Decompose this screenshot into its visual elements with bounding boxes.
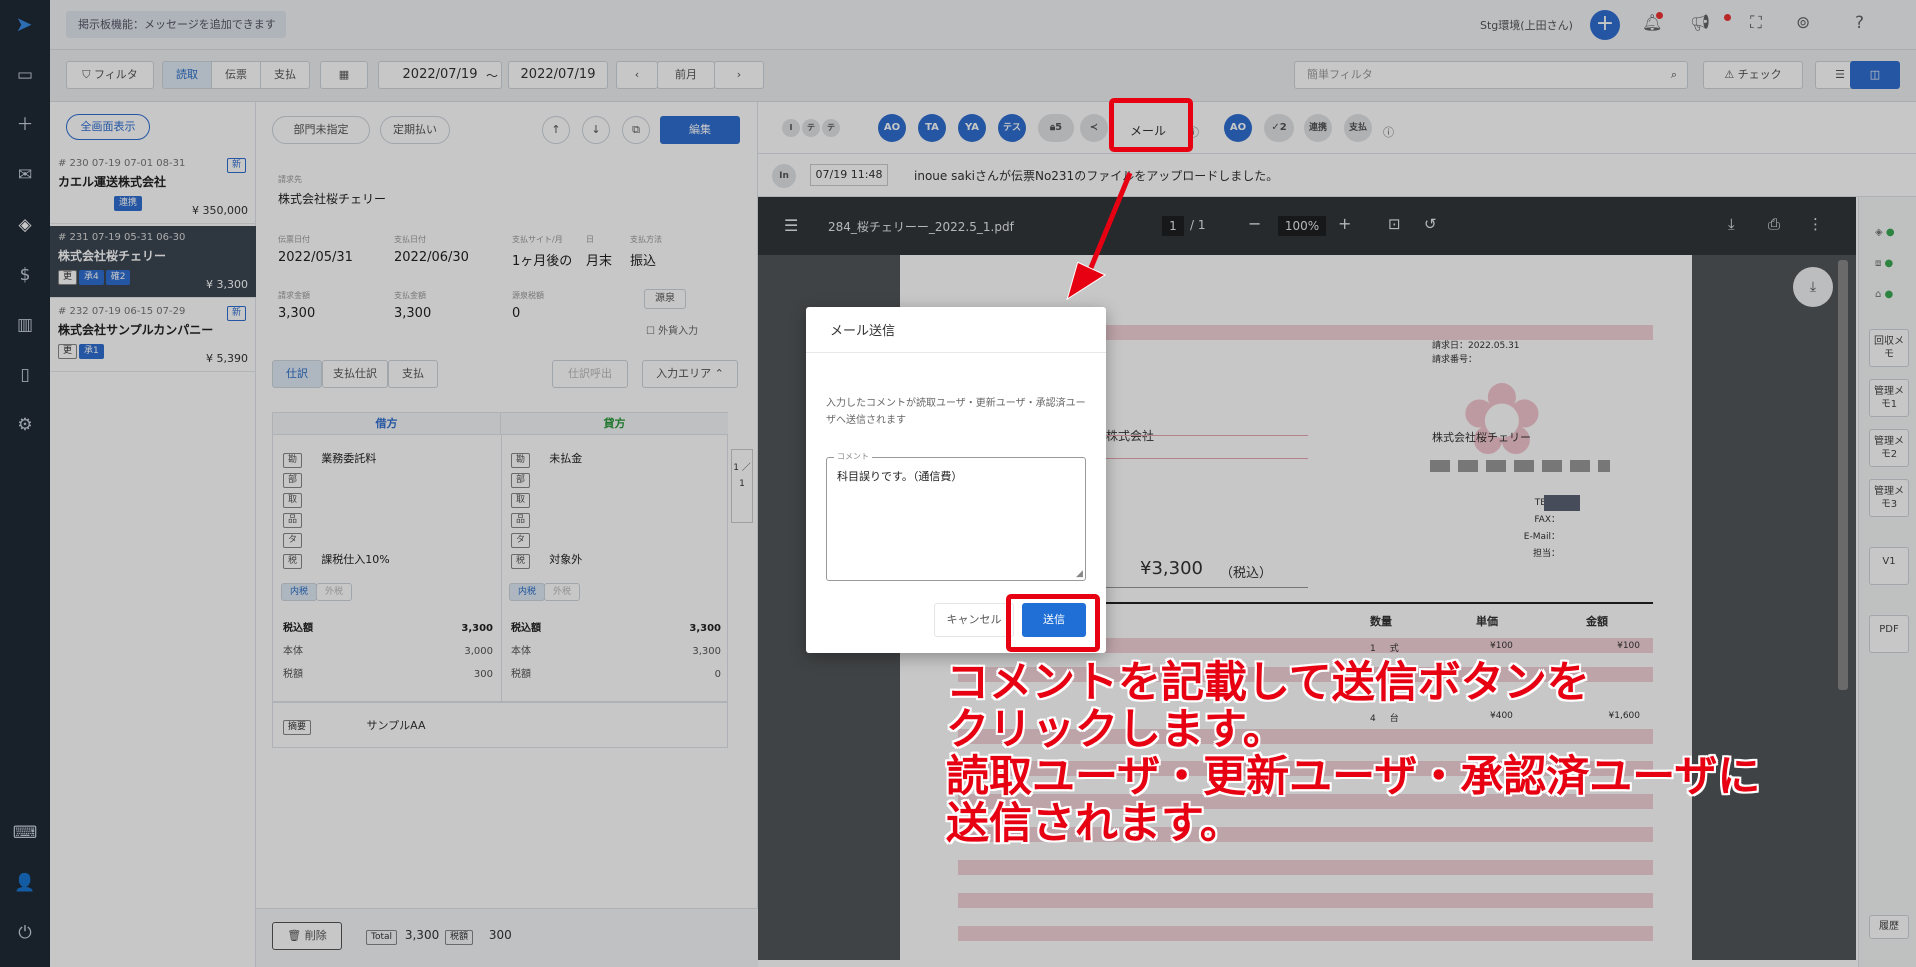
- comment-textarea[interactable]: 科目誤りです。（通信費）: [826, 457, 1086, 581]
- highlight-mail-button: [1109, 98, 1193, 152]
- dialog-title: メール送信: [830, 324, 896, 339]
- comment-label: コメント: [834, 451, 872, 462]
- cancel-button[interactable]: キャンセル: [934, 603, 1014, 637]
- dialog-description: 入力したコメントが読取ユーザ・更新ユーザ・承認済ユーザへ送信されます: [826, 398, 1086, 426]
- annotation-arrow: [1066, 172, 1133, 301]
- highlight-send-button: [1006, 594, 1100, 652]
- annotation-text: コメントを記載して送信ボタンを クリックします。 読取ユーザ・更新ユーザ・承認済…: [946, 658, 1761, 849]
- resize-handle-icon[interactable]: ◢: [1076, 569, 1083, 579]
